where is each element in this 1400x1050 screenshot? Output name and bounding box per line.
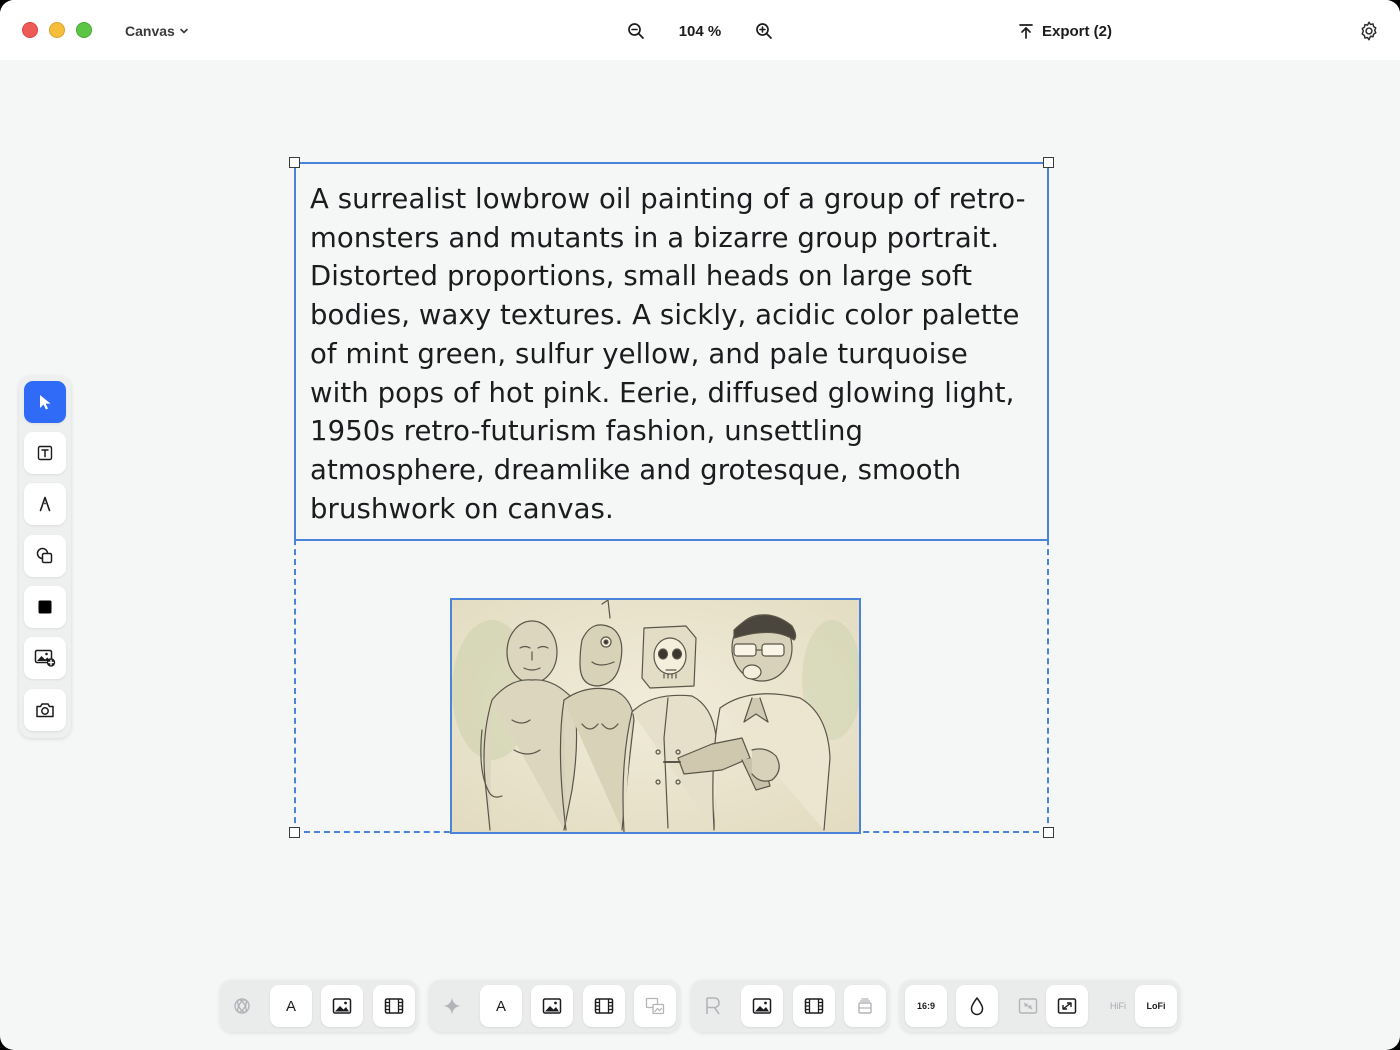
image-plus-icon	[34, 649, 56, 667]
prompt-text[interactable]: A surrealist lowbrow oil painting of a g…	[310, 180, 1033, 528]
zoom-out-button[interactable]	[624, 19, 648, 43]
sketch-illustration	[452, 600, 859, 832]
sparkle-model-button[interactable]	[431, 985, 473, 1027]
zoom-in-icon	[756, 23, 772, 39]
chevron-down-icon	[180, 28, 188, 34]
ai-model-button[interactable]	[221, 985, 263, 1027]
film-icon	[804, 998, 824, 1014]
droplet-icon	[970, 997, 984, 1016]
bottom-toolbar-group-2: A	[429, 980, 680, 1032]
recraft-model-button[interactable]	[692, 985, 734, 1027]
text-label: A	[285, 997, 296, 1015]
lofi-toggle[interactable]: LoFi	[1135, 985, 1177, 1027]
cursor-arrow-icon	[40, 395, 51, 410]
zoom-in-button[interactable]	[752, 19, 776, 43]
zoom-level[interactable]: 104 %	[648, 23, 752, 40]
text-label-2: A	[495, 997, 506, 1015]
bottom-toolbar-group-4: 16:9 HiFi LoFi	[900, 980, 1180, 1032]
select-tool-button[interactable]	[24, 381, 66, 423]
generate-text-button[interactable]: A	[270, 985, 312, 1027]
image-icon	[332, 998, 352, 1014]
openai-logo-icon	[234, 998, 250, 1014]
generate-video-button[interactable]	[373, 985, 415, 1027]
bottom-toolbar-group-3	[691, 980, 889, 1032]
pen-tool-button[interactable]	[24, 483, 66, 525]
r-logo-icon	[706, 997, 720, 1015]
color-drop-button[interactable]	[956, 985, 998, 1027]
hifi-label: HiFi	[1110, 1001, 1126, 1011]
image-to-image-button[interactable]	[634, 985, 676, 1027]
generate-text-button-2[interactable]: A	[480, 985, 522, 1027]
prompt-text-box[interactable]: A surrealist lowbrow oil painting of a g…	[294, 162, 1049, 541]
text-box-icon	[37, 445, 53, 461]
sparkle-icon	[443, 997, 461, 1015]
left-toolbar	[19, 376, 71, 738]
pen-nib-icon	[39, 496, 51, 512]
layers-button[interactable]	[844, 985, 886, 1027]
shrink-button[interactable]	[1007, 985, 1049, 1027]
image-icon	[542, 998, 562, 1014]
resize-handle-top-left[interactable]	[289, 157, 300, 168]
zoom-window-button[interactable]	[76, 22, 92, 38]
image-transform-icon	[645, 997, 665, 1015]
upscale-button[interactable]	[1046, 985, 1088, 1027]
export-arrow-icon	[1019, 24, 1033, 39]
resize-handle-bottom-left[interactable]	[289, 827, 300, 838]
settings-button[interactable]	[1358, 20, 1380, 42]
titlebar: Canvas 104 % Export (2)	[0, 0, 1400, 60]
close-window-button[interactable]	[22, 22, 38, 38]
shapes-icon	[36, 547, 53, 564]
expand-icon	[1057, 998, 1077, 1014]
minimize-window-button[interactable]	[49, 22, 65, 38]
color-swatch-icon	[38, 600, 52, 614]
resize-handle-bottom-right[interactable]	[1043, 827, 1054, 838]
generate-image-button-2[interactable]	[531, 985, 573, 1027]
zoom-controls: 104 %	[624, 18, 776, 44]
camera-tool-button[interactable]	[24, 689, 66, 731]
export-button[interactable]: Export (2)	[1018, 19, 1112, 43]
generate-image-button-3[interactable]	[741, 985, 783, 1027]
export-label: Export (2)	[1042, 22, 1113, 40]
add-image-button[interactable]	[24, 637, 66, 679]
gear-icon	[1361, 21, 1377, 41]
stack-icon	[858, 998, 872, 1014]
aspect-ratio-label: 16:9	[916, 1001, 935, 1011]
generate-video-button-2[interactable]	[583, 985, 625, 1027]
image-icon	[752, 998, 772, 1014]
text-tool-button[interactable]	[24, 432, 66, 474]
lofi-label: LoFi	[1146, 1001, 1166, 1011]
hifi-toggle[interactable]: HiFi	[1097, 985, 1139, 1027]
film-icon	[594, 998, 614, 1014]
aspect-ratio-button[interactable]: 16:9	[905, 985, 947, 1027]
document-menu[interactable]: Canvas	[125, 21, 189, 41]
document-menu-label: Canvas	[125, 23, 175, 39]
zoom-out-icon	[628, 23, 644, 39]
fill-color-button[interactable]	[24, 586, 66, 628]
film-icon	[384, 998, 404, 1014]
shrink-icon	[1018, 998, 1038, 1014]
bottom-toolbar-group-1: A	[220, 980, 418, 1032]
camera-icon	[36, 703, 54, 718]
generated-sketch-image[interactable]	[450, 598, 861, 834]
generate-video-button-3[interactable]	[793, 985, 835, 1027]
app-window: Canvas 104 % Export (2) A surrealist low…	[0, 0, 1400, 1050]
resize-handle-top-right[interactable]	[1043, 157, 1054, 168]
generate-image-button[interactable]	[321, 985, 363, 1027]
shapes-tool-button[interactable]	[24, 535, 66, 577]
